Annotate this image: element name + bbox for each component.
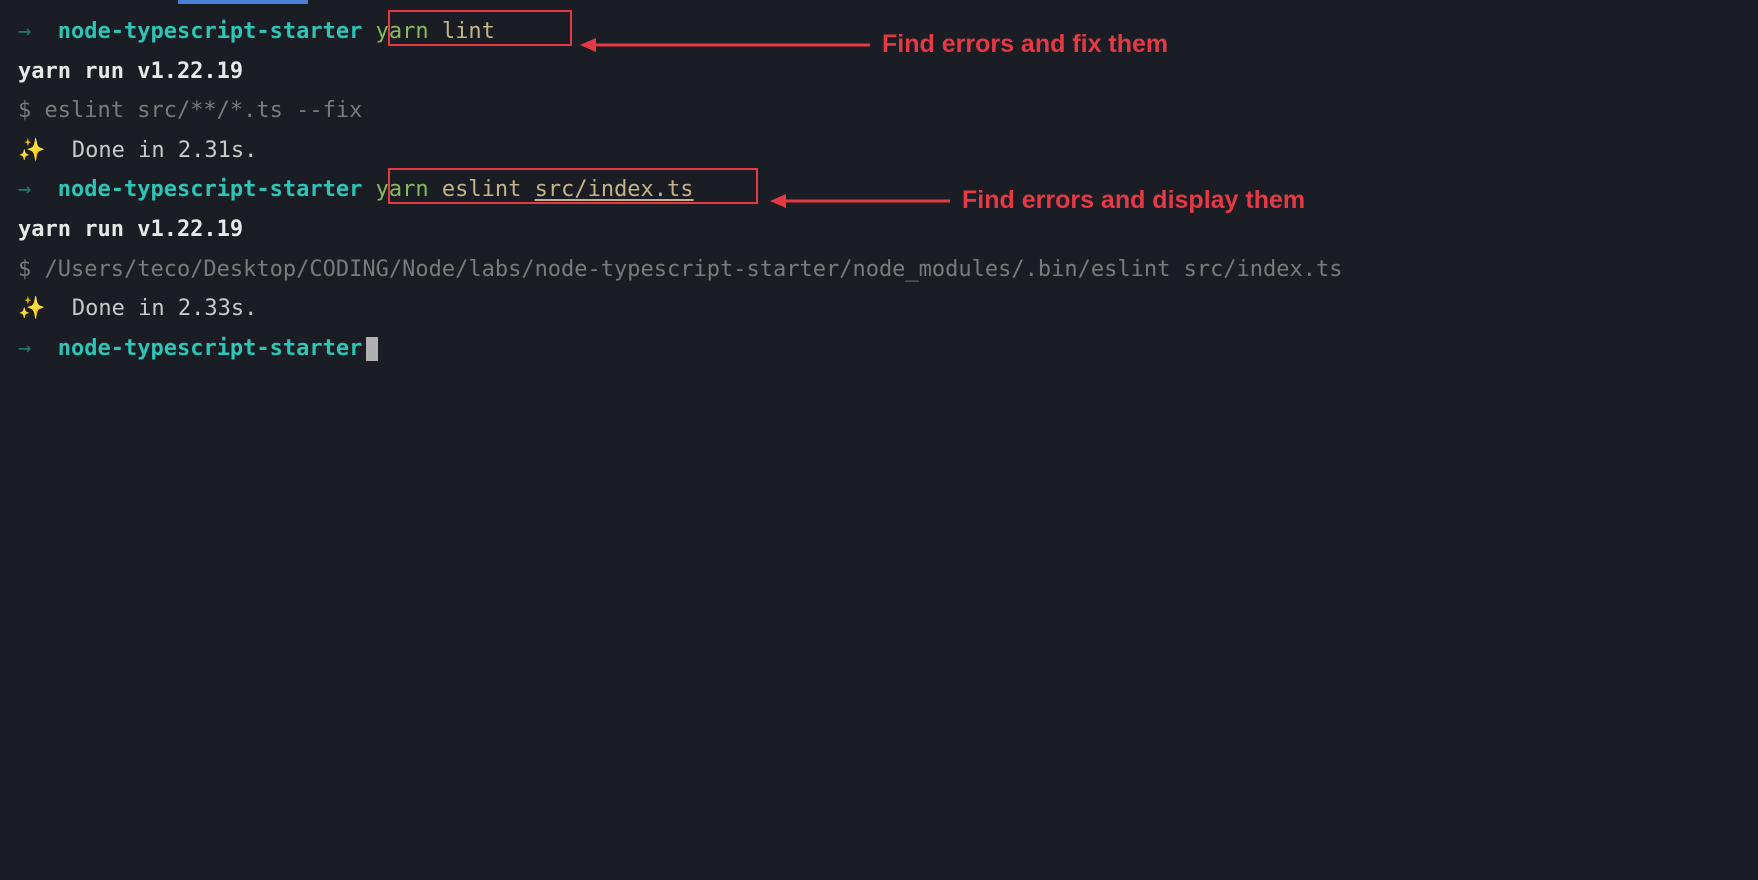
annotation-label-1: Find errors and fix them bbox=[882, 22, 1168, 67]
arrow-left-icon bbox=[580, 35, 870, 55]
prompt-arrow-icon: → bbox=[18, 336, 58, 361]
executed-command: eslint src/**/*.ts --fix bbox=[31, 98, 362, 123]
annotation-label-2: Find errors and display them bbox=[962, 178, 1305, 223]
project-name: node-typescript-starter bbox=[58, 19, 363, 44]
arrow-left-icon bbox=[770, 191, 950, 211]
terminal-line: ✨ Done in 2.31s. bbox=[18, 131, 1740, 171]
dollar-sign: $ bbox=[18, 257, 31, 282]
dollar-sign: $ bbox=[18, 98, 31, 123]
command-yarn: yarn bbox=[376, 177, 429, 202]
command-yarn: yarn bbox=[376, 19, 429, 44]
yarn-run-version: yarn run v1.22.19 bbox=[18, 217, 243, 242]
sparkle-icon: ✨ bbox=[18, 138, 45, 163]
annotation-2: Find errors and display them bbox=[770, 178, 1305, 223]
terminal-cursor[interactable] bbox=[366, 337, 378, 361]
done-message: Done in 2.31s. bbox=[45, 138, 257, 163]
terminal-line: $ /Users/teco/Desktop/CODING/Node/labs/n… bbox=[18, 250, 1740, 290]
terminal-line: ✨ Done in 2.33s. bbox=[18, 289, 1740, 329]
tab-indicator bbox=[178, 0, 308, 4]
project-name: node-typescript-starter bbox=[58, 177, 363, 202]
yarn-run-version: yarn run v1.22.19 bbox=[18, 59, 243, 84]
command-args: eslint bbox=[429, 177, 535, 202]
terminal-line: → node-typescript-starter bbox=[18, 329, 1740, 369]
annotation-1: Find errors and fix them bbox=[580, 22, 1168, 67]
prompt-arrow-icon: → bbox=[18, 177, 58, 202]
command-args-path: src/index.ts bbox=[535, 177, 694, 202]
command-args: lint bbox=[429, 19, 495, 44]
prompt-arrow-icon: → bbox=[18, 19, 58, 44]
terminal-line: $ eslint src/**/*.ts --fix bbox=[18, 91, 1740, 131]
done-message: Done in 2.33s. bbox=[45, 296, 257, 321]
executed-command: /Users/teco/Desktop/CODING/Node/labs/nod… bbox=[31, 257, 1342, 282]
project-name: node-typescript-starter bbox=[58, 336, 363, 361]
sparkle-icon: ✨ bbox=[18, 296, 45, 321]
